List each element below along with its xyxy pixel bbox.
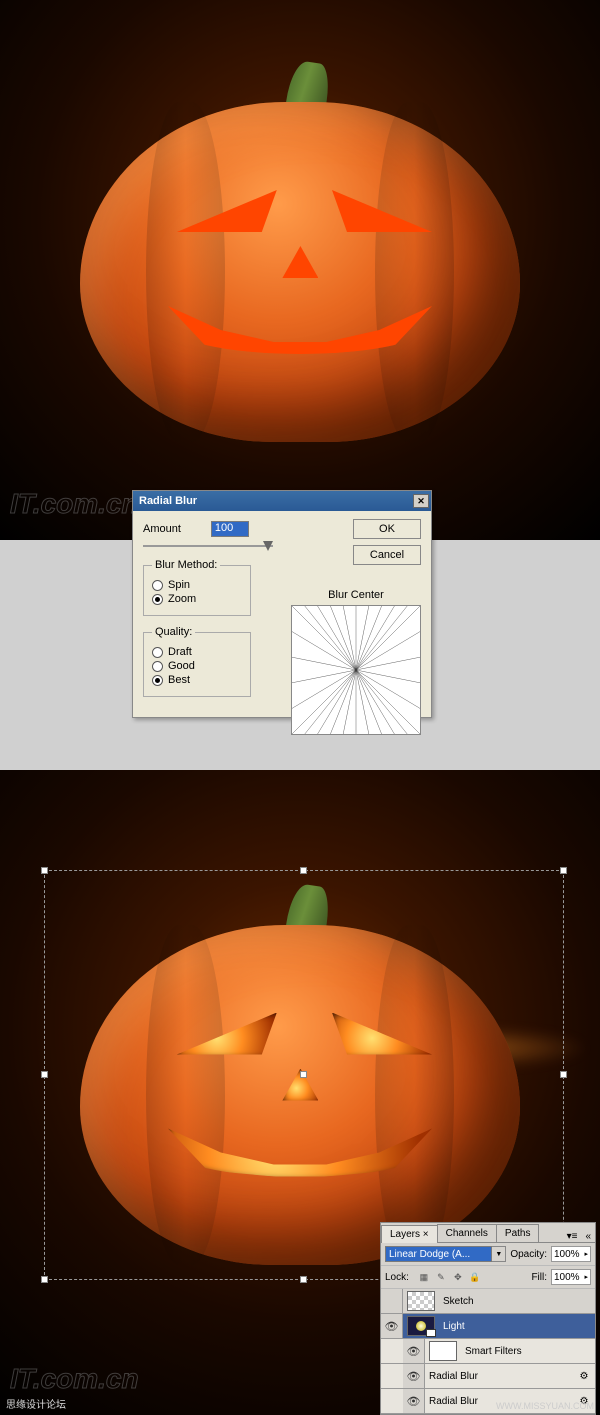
smart-filters-row[interactable]: 👁 Smart Filters [381, 1339, 595, 1364]
visibility-toggle[interactable] [381, 1289, 403, 1313]
transform-bounding-box[interactable] [44, 870, 564, 1280]
opacity-label: Opacity: [510, 1249, 547, 1260]
panel-collapse-icon[interactable]: « [581, 1231, 595, 1242]
layer-list: Sketch 👁 ▣ Light 👁 Smart Filters 👁 Radia… [381, 1289, 595, 1414]
watermark: IT.com.cn [10, 488, 139, 520]
filter-radial-blur-1[interactable]: 👁 Radial Blur ⚙ [381, 1364, 595, 1389]
lock-all-icon[interactable]: 🔒 [468, 1270, 482, 1284]
radial-blur-dialog: Radial Blur ✕ OK Cancel Amount 100 Blur … [132, 490, 432, 718]
layer-thumb[interactable]: ▣ [407, 1316, 435, 1336]
watermark: IT.com.cn [10, 1363, 139, 1395]
canvas-top: IT.com.cn [0, 0, 600, 540]
fill-label: Fill: [531, 1272, 547, 1283]
slider-thumb-icon[interactable] [263, 541, 273, 551]
tab-layers[interactable]: Layers × [381, 1225, 438, 1243]
radio-icon[interactable] [152, 594, 163, 605]
smart-object-icon: ▣ [426, 1329, 436, 1337]
tab-channels[interactable]: Channels [437, 1224, 497, 1242]
layers-panel[interactable]: Layers × Channels Paths ▾≡ « Linear Dodg… [380, 1222, 596, 1415]
lock-paint-icon[interactable]: ✎ [434, 1270, 448, 1284]
lock-label: Lock: [385, 1272, 409, 1283]
blur-method-group: Blur Method: Spin Zoom [143, 559, 251, 616]
chevron-right-icon: ▸ [584, 1273, 588, 1281]
blur-center-label: Blur Center [291, 589, 421, 601]
radio-icon[interactable] [152, 675, 163, 686]
dialog-title: Radial Blur [139, 495, 197, 507]
amount-input[interactable]: 100 [211, 521, 249, 537]
panel-menu-icon[interactable]: ▾≡ [563, 1231, 582, 1242]
lock-transparency-icon[interactable]: ▦ [417, 1270, 431, 1284]
lock-position-icon[interactable]: ✥ [451, 1270, 465, 1284]
radio-best[interactable]: Best [152, 674, 242, 686]
visibility-toggle[interactable]: 👁 [403, 1339, 425, 1363]
pumpkin-image [80, 62, 520, 462]
chevron-down-icon[interactable]: ▼ [492, 1246, 506, 1262]
radio-icon[interactable] [152, 580, 163, 591]
footer-left: 思缘设计论坛 [6, 1396, 66, 1411]
chevron-right-icon: ▸ [584, 1250, 588, 1258]
dialog-titlebar[interactable]: Radial Blur ✕ [133, 491, 431, 511]
radio-draft[interactable]: Draft [152, 646, 242, 658]
visibility-toggle[interactable]: 👁 [403, 1389, 425, 1413]
blur-method-legend: Blur Method: [152, 559, 220, 571]
radio-icon[interactable] [152, 647, 163, 658]
opacity-input[interactable]: 100%▸ [551, 1246, 591, 1262]
layer-light[interactable]: 👁 ▣ Light [381, 1314, 595, 1339]
layer-sketch[interactable]: Sketch [381, 1289, 595, 1314]
fill-input[interactable]: 100%▸ [551, 1269, 591, 1285]
radio-zoom[interactable]: Zoom [152, 593, 242, 605]
filter-options-icon[interactable]: ⚙ [577, 1369, 591, 1383]
layer-thumb[interactable] [407, 1291, 435, 1311]
visibility-toggle[interactable]: 👁 [381, 1314, 403, 1338]
filter-mask-thumb[interactable] [429, 1341, 457, 1361]
cancel-button[interactable]: Cancel [353, 545, 421, 565]
quality-legend: Quality: [152, 626, 195, 638]
amount-slider[interactable] [143, 541, 273, 551]
blur-center-preview[interactable] [291, 605, 421, 735]
footer-right: WWW.MISSYUAN.COM [496, 1401, 594, 1411]
quality-group: Quality: Draft Good Best [143, 626, 251, 697]
visibility-toggle[interactable]: 👁 [403, 1364, 425, 1388]
radio-good[interactable]: Good [152, 660, 242, 672]
blend-mode-select[interactable]: Linear Dodge (A... [385, 1246, 492, 1262]
amount-label: Amount [143, 523, 181, 535]
panel-tabs: Layers × Channels Paths ▾≡ « [381, 1223, 595, 1243]
radio-spin[interactable]: Spin [152, 579, 242, 591]
canvas-bottom: IT.com.cn Layers × Channels Paths ▾≡ « L… [0, 770, 600, 1415]
close-icon[interactable]: ✕ [413, 494, 429, 508]
radio-icon[interactable] [152, 661, 163, 672]
ok-button[interactable]: OK [353, 519, 421, 539]
tab-paths[interactable]: Paths [496, 1224, 540, 1242]
